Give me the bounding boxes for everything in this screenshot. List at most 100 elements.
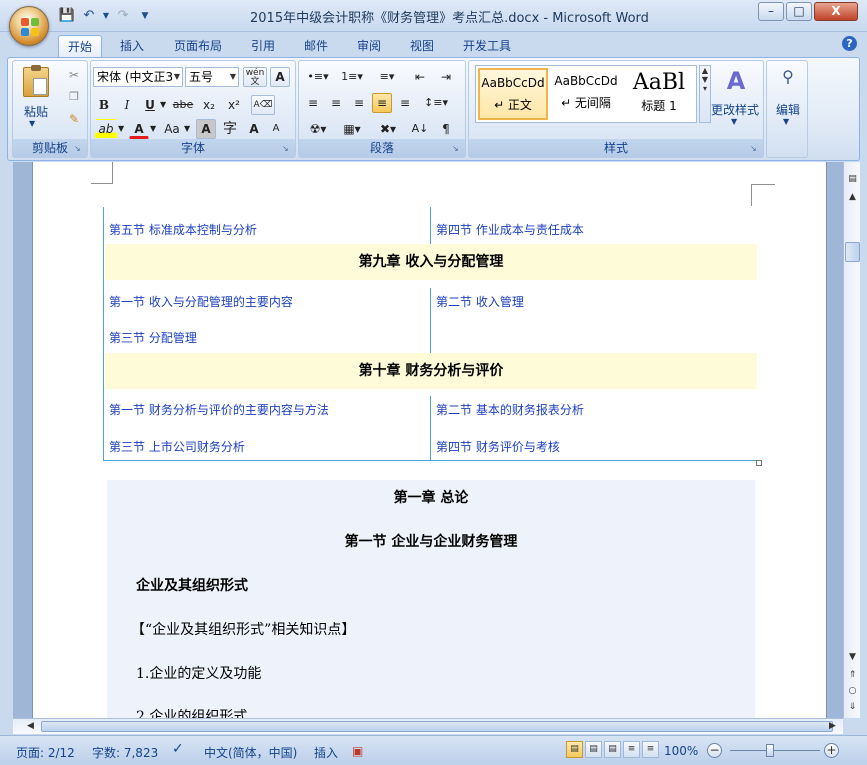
macro-record-icon[interactable]: ▣ — [352, 744, 363, 758]
toc-link[interactable]: 第三节 上市公司财务分析 — [109, 438, 245, 455]
page-count[interactable]: 页面: 2/12 — [16, 744, 75, 761]
font-size-select[interactable]: 五号 ▼ — [185, 67, 239, 87]
undo-icon[interactable]: ↶ — [80, 7, 98, 25]
save-icon[interactable]: 💾 — [58, 7, 76, 25]
font-color-icon[interactable]: A — [129, 119, 149, 139]
phonetic-guide-button[interactable]: wén 文 — [243, 67, 267, 87]
maximize-button[interactable]: □ — [786, 2, 812, 21]
draft-view-icon[interactable]: ≡ — [642, 741, 659, 758]
change-styles-dropdown-icon[interactable]: ▼ — [731, 117, 737, 126]
close-button[interactable]: X — [814, 2, 858, 21]
undo-dropdown-icon[interactable]: ▼ — [102, 7, 110, 25]
change-case-dropdown-icon[interactable]: ▼ — [183, 119, 191, 139]
paste-dropdown-icon[interactable]: ▼ — [29, 119, 35, 128]
office-button[interactable] — [9, 6, 49, 46]
distributed-icon[interactable]: ≡ — [395, 93, 415, 113]
shrink-font-button[interactable]: A — [266, 119, 286, 139]
next-page-icon[interactable]: ⇓ — [845, 700, 860, 715]
sort-icon[interactable]: A↓ — [409, 119, 431, 139]
zoom-in-icon[interactable]: + — [824, 743, 839, 758]
editing-button[interactable]: 编辑 — [771, 101, 805, 118]
scroll-left-icon[interactable]: ◀ — [23, 719, 38, 734]
paste-button[interactable]: 粘贴 — [23, 103, 49, 120]
redo-icon[interactable]: ↷ — [114, 7, 132, 25]
enclose-characters-icon[interactable]: 字 — [220, 119, 240, 139]
browse-object-icon[interactable]: ○ — [845, 684, 860, 699]
highlight-icon[interactable]: ab — [95, 119, 117, 139]
minimize-button[interactable]: – — [758, 2, 784, 21]
tab-home[interactable]: 开始 — [58, 35, 102, 57]
decrease-indent-icon[interactable]: ⇤ — [409, 67, 431, 87]
zoom-level[interactable]: 100% — [664, 744, 698, 758]
subscript-button[interactable]: x₂ — [198, 95, 220, 115]
toc-link[interactable]: 第一节 财务分析与评价的主要内容与方法 — [109, 401, 329, 418]
increase-indent-icon[interactable]: ⇥ — [435, 67, 457, 87]
tab-developer[interactable]: 开发工具 — [455, 35, 519, 57]
line-spacing-icon[interactable]: ↕≡▾ — [421, 93, 451, 113]
language-indicator[interactable]: 中文(简体，中国) — [204, 744, 297, 761]
toc-link[interactable]: 第一节 收入与分配管理的主要内容 — [109, 293, 293, 310]
zoom-slider-track[interactable] — [730, 750, 820, 751]
copy-icon[interactable]: ❐ — [65, 87, 83, 107]
web-layout-view-icon[interactable]: ▤ — [604, 741, 621, 758]
vertical-scroll-thumb[interactable] — [845, 242, 860, 262]
cut-icon[interactable]: ✂ — [65, 65, 83, 85]
editing-dropdown-icon[interactable]: ▼ — [783, 117, 789, 126]
toc-link[interactable]: 第二节 收入管理 — [436, 293, 524, 310]
tab-references[interactable]: 引用 — [243, 35, 283, 57]
full-screen-reading-view-icon[interactable]: ▤ — [585, 741, 602, 758]
change-case-button[interactable]: Aa — [161, 119, 183, 139]
align-right-icon[interactable]: ≡ — [349, 93, 369, 113]
proofing-icon[interactable]: ✓ — [172, 741, 184, 757]
scroll-up-icon[interactable]: ▲ — [845, 190, 860, 205]
grow-font-button[interactable]: A — [244, 119, 264, 139]
customize-qat-icon[interactable]: ▼ — [136, 7, 154, 25]
binoculars-icon[interactable]: ⚲ — [777, 67, 799, 89]
paragraph-launcher-icon[interactable]: ↘ — [452, 144, 462, 154]
zoom-slider-thumb[interactable] — [766, 744, 774, 757]
align-left-icon[interactable]: ≡ — [303, 93, 323, 113]
shading-icon[interactable]: ☢▾ — [303, 119, 333, 139]
help-icon[interactable]: ? — [842, 36, 857, 51]
horizontal-scroll-thumb[interactable] — [41, 721, 833, 732]
borders-icon[interactable]: ▦▾ — [337, 119, 367, 139]
asian-layout-icon[interactable]: ✖▾ — [373, 119, 403, 139]
styles-launcher-icon[interactable]: ↘ — [750, 144, 760, 154]
superscript-button[interactable]: x² — [223, 95, 245, 115]
font-color-dropdown-icon[interactable]: ▼ — [149, 119, 157, 139]
tab-mailings[interactable]: 邮件 — [296, 35, 336, 57]
multilevel-list-icon[interactable]: ≡▾ — [371, 67, 403, 87]
toc-link[interactable]: 第二节 基本的财务报表分析 — [436, 401, 584, 418]
zoom-out-icon[interactable]: − — [707, 743, 722, 758]
tab-view[interactable]: 视图 — [402, 35, 442, 57]
numbering-icon[interactable]: 1≡▾ — [337, 67, 367, 87]
font-launcher-icon[interactable]: ↘ — [282, 144, 292, 154]
table-resize-handle[interactable] — [756, 460, 762, 466]
change-styles-button[interactable]: 更改样式 — [707, 101, 763, 118]
show-formatting-icon[interactable]: ¶ — [435, 119, 457, 139]
justify-icon[interactable]: ≡ — [372, 93, 392, 113]
scroll-down-icon[interactable]: ▼ — [845, 650, 860, 665]
tab-insert[interactable]: 插入 — [112, 35, 152, 57]
clear-formatting-icon[interactable]: A⌫ — [251, 95, 275, 115]
scroll-right-icon[interactable]: ▶ — [825, 719, 840, 734]
clipboard-launcher-icon[interactable]: ↘ — [74, 144, 84, 154]
character-border-button[interactable]: A — [270, 67, 290, 87]
previous-page-icon[interactable]: ⇑ — [845, 668, 860, 683]
paste-icon[interactable] — [23, 65, 49, 97]
style-heading-1[interactable]: AaBl 标题 1 — [624, 68, 694, 120]
underline-dropdown-icon[interactable]: ▼ — [159, 95, 167, 115]
style-no-spacing[interactable]: AaBbCcDd ↵ 无间隔 — [551, 68, 621, 120]
horizontal-scrollbar[interactable]: ◀ ▶ — [13, 718, 843, 734]
toc-link[interactable]: 第四节 财务评价与考核 — [436, 438, 560, 455]
vertical-scrollbar[interactable]: ▤ ▲ ▼ ⇑ ○ ⇓ — [843, 162, 860, 718]
toc-link[interactable]: 第三节 分配管理 — [109, 329, 197, 346]
bullets-icon[interactable]: •≡▾ — [303, 67, 333, 87]
italic-button[interactable]: I — [118, 95, 136, 115]
insert-mode-indicator[interactable]: 插入 — [314, 744, 338, 761]
tab-review[interactable]: 审阅 — [349, 35, 389, 57]
highlight-dropdown-icon[interactable]: ▼ — [117, 119, 125, 139]
toc-link[interactable]: 第四节 作业成本与责任成本 — [436, 221, 584, 238]
align-center-icon[interactable]: ≡ — [326, 93, 346, 113]
format-painter-icon[interactable]: ✎ — [65, 109, 83, 129]
